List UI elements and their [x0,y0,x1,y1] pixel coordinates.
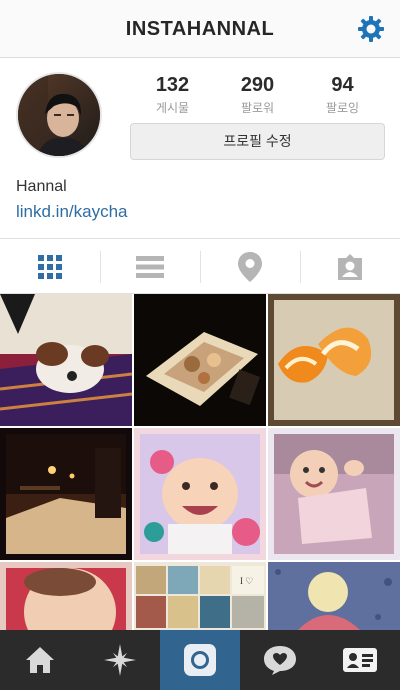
avatar[interactable] [16,72,102,158]
profile-name: Hannal [16,178,67,195]
nav-camera[interactable] [160,630,240,690]
photo-tile-collage[interactable]: I ♡ [134,562,266,630]
nav-explore[interactable] [80,630,160,690]
posts-count: 132 [155,74,190,96]
profile-card-icon [343,648,377,672]
svg-text:I ♡: I ♡ [240,576,253,586]
bottom-nav [0,630,400,690]
camera-icon [184,644,216,676]
tagged-photos-icon [338,254,362,280]
location-pin-icon [238,252,262,282]
photo-tile-food[interactable] [134,294,266,426]
profile-stats: 132 게시물 290 팔로워 94 팔로잉 [130,74,385,116]
photo-grid: I ♡ [0,294,400,630]
photo-tile-baby-smile[interactable] [134,428,266,560]
grid-icon [38,255,62,279]
photo-tile-baby-play[interactable] [268,428,400,560]
photo-tile-child-outdoors[interactable] [268,562,400,630]
photo-tile-dog[interactable] [0,294,132,426]
tab-tagged[interactable] [300,239,400,295]
following-label: 팔로잉 [325,101,360,115]
nav-activity[interactable] [240,630,320,690]
photo-tile-baby-closeup[interactable] [0,562,132,630]
nav-home[interactable] [0,630,80,690]
following-count: 94 [331,74,354,96]
edit-profile-button[interactable]: 프로필 수정 [130,123,385,160]
posts-label: 게시물 [155,101,190,115]
view-tabs [0,238,400,294]
photo-tile-street[interactable] [0,428,132,560]
list-icon [136,256,164,278]
page-title: INSTAHANNAL [125,18,275,40]
activity-bubble-icon [264,646,296,675]
website-link[interactable]: linkd.in/kaycha [16,202,128,222]
tab-list[interactable] [100,239,200,295]
followers-label: 팔로워 [240,101,275,115]
photo-tile-orange[interactable] [268,294,400,426]
gear-icon[interactable] [356,14,386,44]
home-icon [26,647,54,673]
nav-profile[interactable] [320,630,400,690]
explore-star-icon [104,644,136,676]
tab-location[interactable] [200,239,300,295]
followers-count: 290 [240,74,275,96]
tab-grid[interactable] [0,239,100,295]
stat-posts[interactable]: 132 게시물 [130,74,215,116]
stat-following[interactable]: 94 팔로잉 [300,74,385,116]
top-bar: INSTAHANNAL [0,0,400,58]
stat-followers[interactable]: 290 팔로워 [215,74,300,116]
